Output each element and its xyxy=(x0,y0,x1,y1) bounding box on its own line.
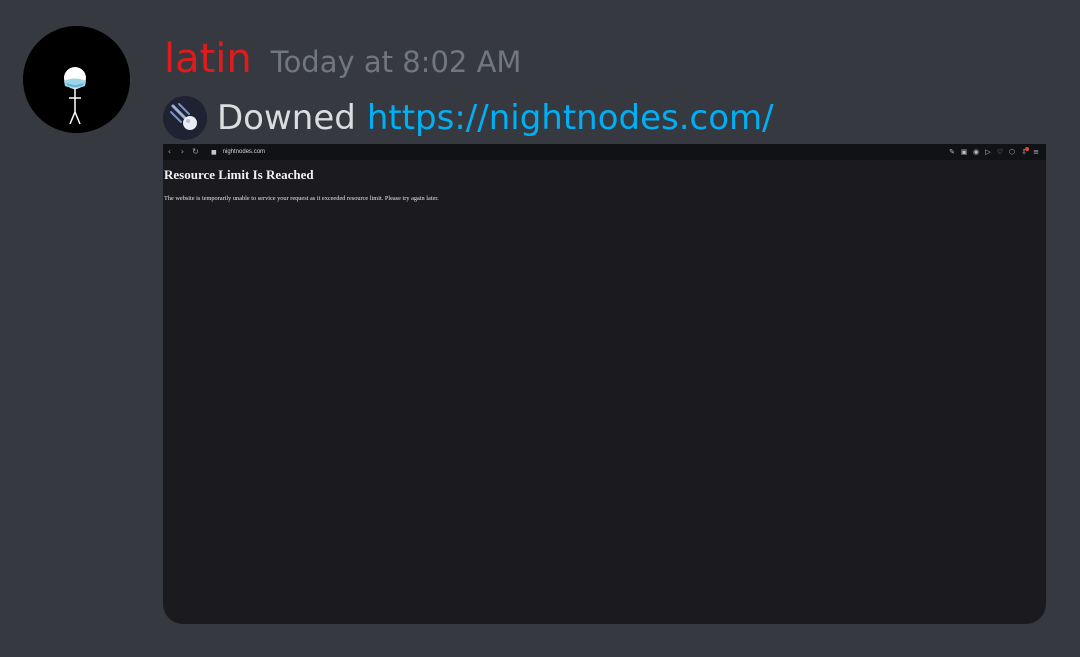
notification-dot xyxy=(1025,147,1029,151)
page-body-text: The website is temporarily unable to ser… xyxy=(164,195,439,202)
timestamp[interactable]: Today at 8:02 AM xyxy=(271,33,522,91)
browser-toolbar-icons: ✎ ▣ ◉ ▷ ♡ ⬡ ⇩ ≡ xyxy=(946,144,1042,160)
lock-icon: ■ xyxy=(211,148,217,156)
message-header: latin Today at 8:02 AM xyxy=(164,30,521,88)
edit-icon: ✎ xyxy=(949,148,955,156)
page-heading: Resource Limit Is Reached xyxy=(164,167,314,182)
cube-icon: ⬡ xyxy=(1008,148,1016,156)
address-bar-url: nightnodes.com xyxy=(222,149,266,155)
image-attachment[interactable]: ‹ › ↻ ■ nightnodes.com ✎ ▣ ◉ ▷ ♡ ⬡ ⇩ ≡ R… xyxy=(163,144,1046,624)
menu-icon: ≡ xyxy=(1033,148,1039,156)
meteor-emoji-icon[interactable] xyxy=(163,96,207,140)
heart-icon: ♡ xyxy=(996,148,1004,156)
avatar[interactable] xyxy=(23,26,130,133)
back-icon: ‹ xyxy=(167,147,172,156)
browser-toolbar: ‹ › ↻ ■ nightnodes.com ✎ ▣ ◉ ▷ ♡ ⬡ ⇩ ≡ xyxy=(163,144,1046,160)
play-icon: ▷ xyxy=(985,148,991,156)
reload-icon: ↻ xyxy=(192,147,199,156)
message-link[interactable]: https://nightnodes.com/ xyxy=(367,94,774,142)
message-content: Downed https://nightnodes.com/ xyxy=(163,94,774,142)
record-icon: ◉ xyxy=(972,148,980,156)
download-icon: ⇩ xyxy=(1018,147,1030,156)
username[interactable]: latin xyxy=(164,30,252,88)
message-text: Downed xyxy=(217,98,356,138)
forward-icon: › xyxy=(180,147,185,156)
stick-figure-avatar-icon xyxy=(23,26,130,133)
camera-icon: ▣ xyxy=(960,148,968,156)
chat-message: latin Today at 8:02 AM Downed https://ni… xyxy=(0,0,1080,657)
